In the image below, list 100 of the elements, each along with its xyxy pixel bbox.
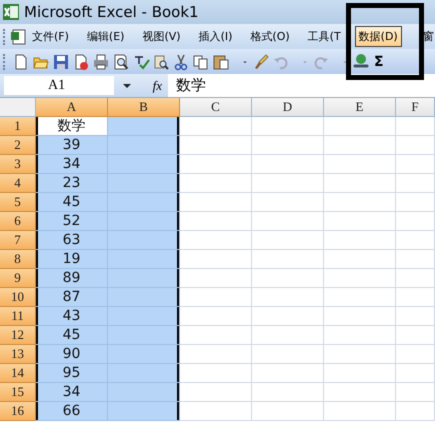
row-header[interactable]: 2 xyxy=(0,136,36,155)
table-cell xyxy=(180,402,252,421)
table-cell: 45 xyxy=(36,193,108,212)
row-header[interactable]: 10 xyxy=(0,288,36,307)
table-cell xyxy=(396,193,435,212)
menu-item[interactable]: 数据(D) xyxy=(354,26,402,47)
table-cell xyxy=(252,155,324,174)
table-cell xyxy=(396,174,435,193)
table-cell xyxy=(252,250,324,269)
table-cell: 34 xyxy=(36,155,108,174)
document-icon[interactable] xyxy=(10,28,28,46)
row-header[interactable]: 15 xyxy=(0,383,36,402)
table-cell xyxy=(252,269,324,288)
table-cell xyxy=(252,136,324,155)
row-header[interactable]: 5 xyxy=(0,193,36,212)
table-cell: 数学 xyxy=(36,117,108,136)
table-cell xyxy=(396,155,435,174)
paste-icon[interactable] xyxy=(212,52,230,70)
column-header[interactable]: F xyxy=(396,98,435,117)
table-cell xyxy=(324,250,396,269)
table-cell xyxy=(396,345,435,364)
menu-item[interactable]: 格式(O) xyxy=(246,26,294,47)
table-cell xyxy=(396,364,435,383)
autosum-button[interactable]: Σ xyxy=(372,54,384,70)
table-cell xyxy=(324,269,396,288)
menu-item[interactable]: 插入(I) xyxy=(194,26,236,47)
row-header[interactable]: 11 xyxy=(0,307,36,326)
column-header[interactable]: C xyxy=(180,98,252,117)
table-cell: 63 xyxy=(36,231,108,250)
hyperlink-icon[interactable] xyxy=(352,52,370,70)
row-header[interactable]: 9 xyxy=(0,269,36,288)
row-header[interactable]: 12 xyxy=(0,326,36,345)
table-cell xyxy=(324,364,396,383)
name-box[interactable]: A1 xyxy=(4,76,114,95)
column-header[interactable]: B xyxy=(108,98,180,117)
table-cell xyxy=(252,383,324,402)
table-cell: 34 xyxy=(36,383,108,402)
table-cell xyxy=(180,250,252,269)
row-header[interactable]: 3 xyxy=(0,155,36,174)
excel-icon xyxy=(3,4,19,20)
print-icon[interactable] xyxy=(92,52,110,70)
column-header[interactable]: D xyxy=(252,98,324,117)
research-icon[interactable] xyxy=(152,52,170,70)
table-cell xyxy=(324,117,396,136)
copy-icon[interactable] xyxy=(192,52,210,70)
table-cell xyxy=(396,288,435,307)
cut-icon[interactable] xyxy=(172,52,190,70)
table-cell xyxy=(324,155,396,174)
column-header[interactable]: E xyxy=(324,98,396,117)
table-cell xyxy=(252,307,324,326)
table-cell: 66 xyxy=(36,402,108,421)
table-cell xyxy=(396,250,435,269)
table-cell xyxy=(324,326,396,345)
row-header[interactable]: 1 xyxy=(0,117,36,136)
table-cell xyxy=(252,402,324,421)
table-cell xyxy=(252,117,324,136)
row-header[interactable]: 8 xyxy=(0,250,36,269)
table-cell xyxy=(324,231,396,250)
format-painter-icon[interactable] xyxy=(252,52,270,70)
table-cell xyxy=(180,212,252,231)
print-preview-icon[interactable] xyxy=(112,52,130,70)
table-cell xyxy=(396,402,435,421)
save-icon[interactable] xyxy=(52,52,70,70)
table-cell: 39 xyxy=(36,136,108,155)
table-cell xyxy=(324,288,396,307)
table-cell xyxy=(252,212,324,231)
menu-item[interactable]: 视图(V) xyxy=(138,26,185,47)
row-header[interactable]: 6 xyxy=(0,212,36,231)
table-cell xyxy=(180,345,252,364)
row-header[interactable]: 7 xyxy=(0,231,36,250)
row-header[interactable]: 16 xyxy=(0,402,36,421)
table-cell xyxy=(252,326,324,345)
formula-field[interactable]: 数学 xyxy=(168,76,206,95)
table-cell xyxy=(252,288,324,307)
menu-item[interactable]: 文件(F) xyxy=(28,26,73,47)
function-label[interactable]: fx xyxy=(152,78,162,94)
table-cell xyxy=(396,231,435,250)
table-cell xyxy=(396,326,435,345)
table-cell xyxy=(396,383,435,402)
table-cell xyxy=(324,136,396,155)
menu-item[interactable]: 编辑(E) xyxy=(82,26,128,47)
row-header[interactable]: 14 xyxy=(0,364,36,383)
menu-item[interactable]: 窗 xyxy=(422,26,435,47)
menu-item[interactable]: 工具(T xyxy=(304,26,345,47)
table-cell xyxy=(180,269,252,288)
row-header[interactable]: 13 xyxy=(0,345,36,364)
table-cell: 43 xyxy=(36,307,108,326)
table-cell: 52 xyxy=(36,212,108,231)
table-cell xyxy=(396,307,435,326)
table-cell xyxy=(324,383,396,402)
column-header[interactable]: A xyxy=(36,98,108,117)
table-cell xyxy=(324,174,396,193)
table-cell xyxy=(180,383,252,402)
table-cell xyxy=(180,136,252,155)
table-cell: 23 xyxy=(36,174,108,193)
table-cell xyxy=(180,231,252,250)
table-cell xyxy=(396,117,435,136)
table-cell: 87 xyxy=(36,288,108,307)
row-header[interactable]: 4 xyxy=(0,174,36,193)
table-cell xyxy=(180,326,252,345)
